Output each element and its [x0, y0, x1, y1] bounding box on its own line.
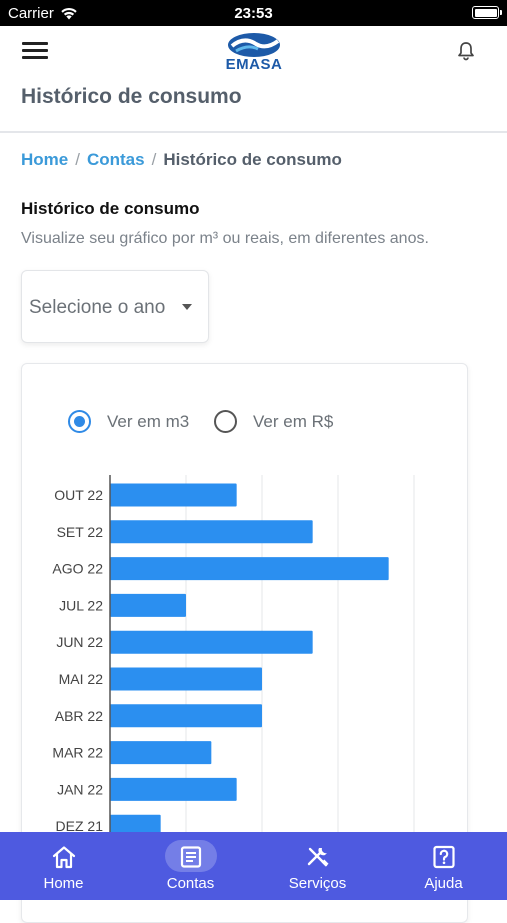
tab-servicos[interactable]: Serviços: [254, 832, 381, 900]
year-select[interactable]: Selecione o ano: [21, 270, 209, 343]
battery-icon: [472, 6, 502, 19]
chart-category-label: MAI 22: [59, 671, 104, 687]
chart-category-label: AGO 22: [52, 561, 103, 577]
tab-home[interactable]: Home: [0, 832, 127, 900]
radio-view-reais-label: Ver em R$: [253, 411, 334, 431]
chart-category-label: DEZ 21: [56, 818, 104, 832]
document-icon: [180, 846, 201, 868]
chart-bar[interactable]: [110, 630, 313, 654]
caret-down-icon: [182, 304, 192, 310]
breadcrumb-home[interactable]: Home: [21, 150, 68, 170]
menu-icon[interactable]: [22, 42, 48, 60]
home-icon: [52, 846, 75, 869]
tab-home-label: Home: [43, 875, 84, 892]
year-select-label: Selecione o ano: [29, 297, 166, 318]
radio-view-m3[interactable]: Ver em m3: [68, 410, 189, 433]
header-divider: [0, 131, 507, 133]
breadcrumb-separator: /: [151, 150, 157, 169]
tab-ajuda[interactable]: Ajuda: [380, 832, 507, 900]
status-bar: Carrier 23:53: [0, 0, 507, 26]
chart-category-label: MAR 22: [52, 745, 103, 761]
section-title: Histórico de consumo: [21, 199, 200, 218]
radio-view-reais[interactable]: Ver em R$: [214, 410, 333, 433]
logo-mark-icon: [228, 33, 280, 57]
tab-contas-label: Contas: [166, 875, 215, 892]
chart-bar[interactable]: [110, 777, 237, 801]
clock: 23:53: [234, 5, 273, 22]
tab-contas[interactable]: Contas: [127, 832, 254, 900]
chart-category-label: OUT 22: [54, 487, 103, 503]
section-subtitle: Visualize seu gráfico por m³ ou reais, e…: [21, 230, 429, 247]
logo-text: EMASA: [225, 56, 283, 73]
tab-ajuda-label: Ajuda: [424, 875, 463, 892]
app-header: EMASA: [0, 26, 507, 74]
chart-bar[interactable]: [110, 667, 262, 691]
chart-bar[interactable]: [110, 520, 313, 544]
page-title: Histórico de consumo: [21, 85, 242, 108]
radio-view-m3-label: Ver em m3: [107, 411, 190, 431]
breadcrumb: Home / Contas / Histórico de consumo: [21, 150, 342, 170]
tab-servicos-label: Serviços: [288, 875, 347, 892]
chart-category-label: ABR 22: [55, 708, 103, 724]
chart-category-label: JAN 22: [57, 781, 103, 797]
chart-bar[interactable]: [110, 814, 161, 832]
chart-bar[interactable]: [110, 593, 186, 617]
consumption-bar-chart: OUT 22 SET 22 AGO 22 JUL 22 JUN 22 MAI 22 ABR …: [52, 475, 415, 832]
help-icon: [432, 845, 455, 869]
breadcrumb-current: Histórico de consumo: [163, 150, 342, 169]
chart-bar[interactable]: [110, 483, 237, 507]
bottom-tab-bar: Home Contas Serviços Ajuda: [0, 832, 507, 900]
emasa-logo: EMASA: [222, 32, 286, 73]
radio-checked-icon: [68, 410, 91, 433]
chart-bar[interactable]: [110, 557, 389, 581]
chart-category-label: SET 22: [57, 524, 104, 540]
notification-bell-icon[interactable]: [455, 40, 477, 62]
chart-category-label: JUN 22: [56, 634, 103, 650]
breadcrumb-separator: /: [75, 150, 80, 169]
chart-bar[interactable]: [110, 704, 262, 728]
chart-category-label: JUL 22: [59, 597, 103, 613]
chart-bar[interactable]: [110, 741, 212, 765]
breadcrumb-contas[interactable]: Contas: [87, 150, 145, 170]
radio-unchecked-icon: [214, 410, 237, 433]
tools-icon: [307, 847, 329, 867]
